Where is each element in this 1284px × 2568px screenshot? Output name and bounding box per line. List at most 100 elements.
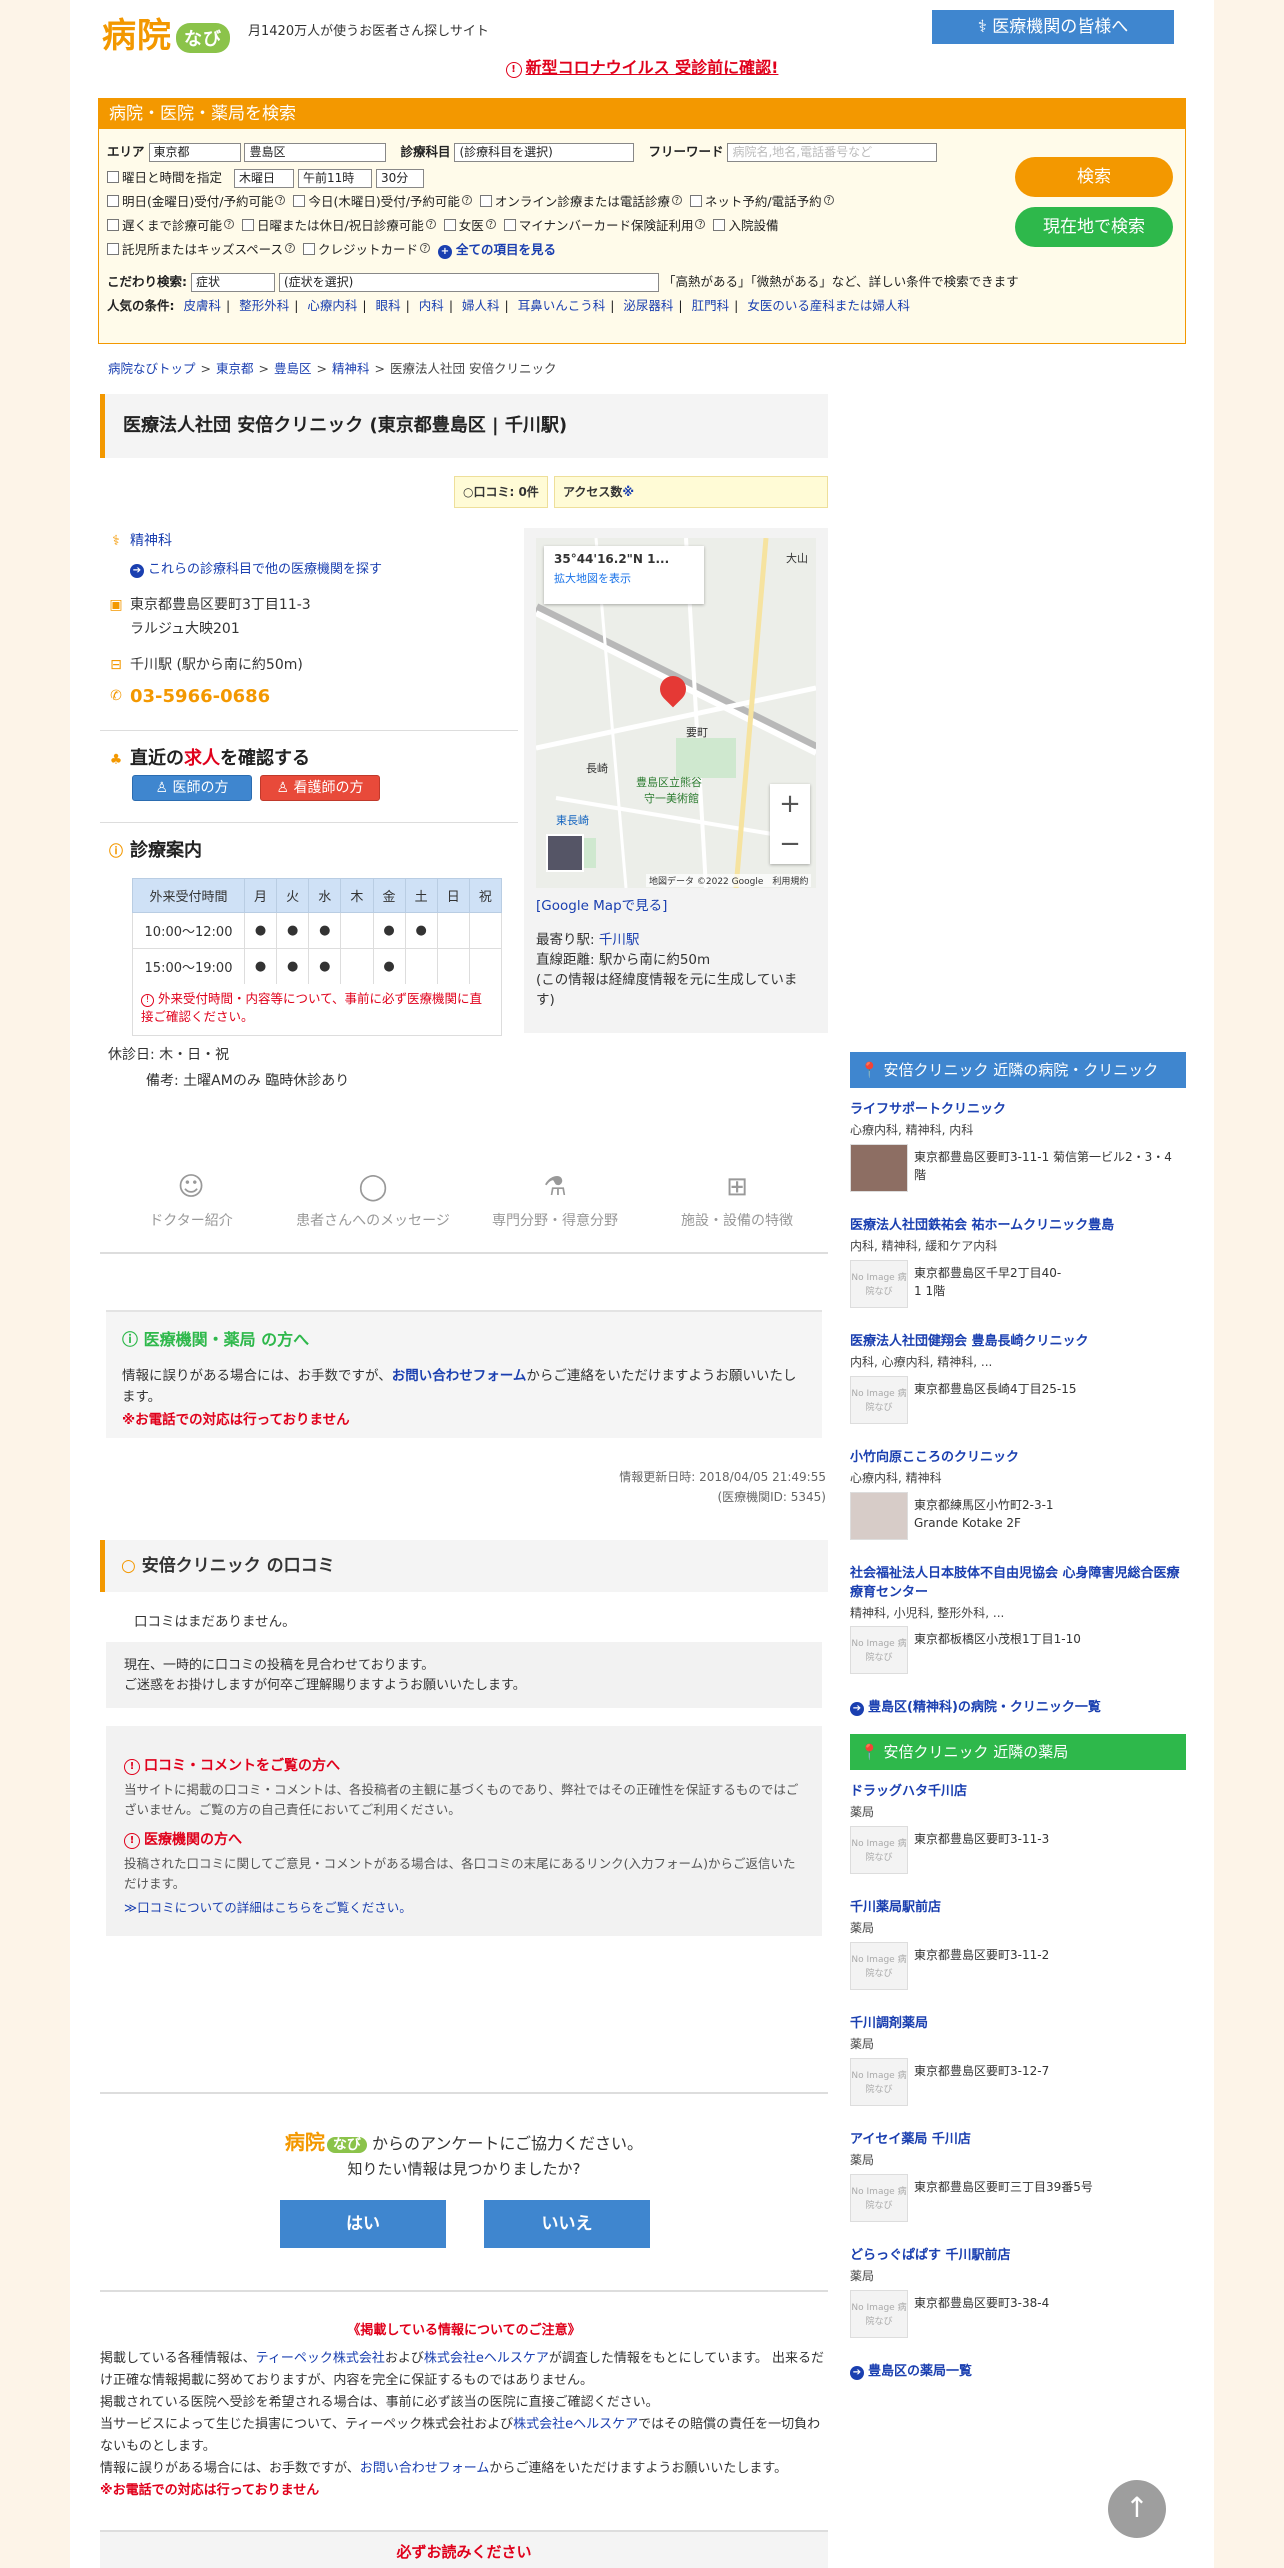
tab-doctor[interactable]: ☺ ドクター紹介 (100, 1164, 282, 1230)
clinic-category: 心療内科, 精神科, 内科 (850, 1123, 974, 1137)
popular-link[interactable]: 眼科 (376, 298, 401, 313)
day-time-checkbox[interactable] (107, 171, 119, 183)
page: 病院 なび 月1420万人が使うお医者さん探しサイト ⚕ 医療機関の皆様へ ! 新型… (70, 0, 1214, 2568)
help-icon[interactable]: ? (671, 195, 682, 205)
review-details-link[interactable]: ≫口コミについての詳細はこちらをご覧ください。 (124, 1900, 412, 1915)
notice-warning: ※お電話での対応は行っておりません (122, 1412, 350, 1428)
contact-form-link[interactable]: お問い合わせフォーム (360, 2461, 490, 2476)
covid-notice-link[interactable]: ! 新型コロナウイルス 受診前に確認! (70, 54, 1214, 78)
day-select[interactable]: 木曜日 (234, 169, 294, 188)
pin-icon: 📍 (860, 1061, 879, 1079)
dept-link[interactable]: 精神科 (130, 533, 172, 549)
checkbox-nursery[interactable] (107, 243, 119, 255)
tab-specialty[interactable]: ⚗ 専門分野・得意分野 (464, 1164, 646, 1230)
popular-link[interactable]: 肛門科 (692, 298, 730, 313)
search-panel: 病院・医院・薬局を検索 エリア 東京都 豊島区 診療科目 (診療科目を選択) フ… (98, 98, 1186, 344)
pharmacy-link[interactable]: 千川薬局駅前店 (850, 1896, 1186, 1915)
popular-link[interactable]: 皮膚科 (183, 298, 221, 313)
ehealthcare-link[interactable]: 株式会社eヘルスケア (513, 2417, 638, 2432)
pharmacy-link[interactable]: どらっぐぱぱす 千川駅前店 (850, 2244, 1186, 2263)
checkbox-credit[interactable] (303, 243, 315, 255)
popular-link[interactable]: 整形外科 (239, 298, 289, 313)
search-button[interactable]: 検索 (1015, 157, 1173, 197)
help-icon[interactable]: ? (461, 195, 472, 205)
survey-yes-button[interactable]: はい (280, 2200, 446, 2248)
symptom-select[interactable]: (症状を選択) (278, 273, 659, 292)
breadcrumb-link[interactable]: 病院なびトップ (108, 361, 196, 376)
checkbox-late[interactable] (107, 219, 119, 231)
map-enlarge-link[interactable]: 拡大地図を表示 (554, 570, 694, 586)
help-icon[interactable]: ? (275, 195, 286, 205)
ehealthcare-link[interactable]: 株式会社eヘルスケア (424, 2351, 549, 2366)
checkbox-holiday[interactable] (242, 219, 254, 231)
survey-question: 知りたい情報は見つかりましたか? (347, 2160, 581, 2178)
checkbox-inpatient[interactable] (713, 219, 726, 231)
hour-select[interactable]: 午前11時 (297, 169, 372, 188)
contact-form-link[interactable]: お問い合わせフォーム (392, 1368, 527, 1384)
dept-select[interactable]: (診療科目を選択) (454, 143, 635, 162)
teepec-link[interactable]: ティーペック株式会社 (256, 2351, 385, 2366)
no-image-placeholder: No Image 病院なび (850, 2058, 908, 2106)
popular-link[interactable]: 泌尿器科 (623, 298, 673, 313)
site-logo[interactable]: 病院 なび (102, 8, 230, 57)
survey-no-button[interactable]: いいえ (484, 2200, 650, 2248)
pharmacy-link[interactable]: アイセイ薬局 千川店 (850, 2128, 1186, 2147)
all-items-link[interactable]: + 全ての項目を見る (438, 242, 556, 259)
checkbox-female-doctor[interactable] (443, 219, 456, 231)
tab-facility[interactable]: ⊞ 施設・設備の特徴 (646, 1164, 828, 1230)
breadcrumb-link[interactable]: 精神科 (332, 361, 370, 376)
popular-link[interactable]: 内科 (419, 298, 444, 313)
checkbox-tomorrow[interactable] (107, 195, 119, 207)
popular-link[interactable]: 心療内科 (307, 298, 357, 313)
help-icon[interactable]: ? (285, 243, 296, 253)
zoom-out-icon[interactable]: − (770, 824, 810, 864)
nearest-station-link[interactable]: 千川駅 (599, 932, 640, 948)
medical-institution-button[interactable]: ⚕ 医療機関の皆様へ (932, 10, 1174, 44)
city-select[interactable]: 豊島区 (244, 143, 387, 162)
doctor-jobs-button[interactable]: ♙ 医師の方 (132, 775, 252, 801)
help-icon[interactable]: ? (420, 243, 431, 253)
breadcrumb-link[interactable]: 東京都 (216, 361, 254, 376)
clinic-link[interactable]: 医療法人社団鉄祐会 祐ホームクリニック豊島 (850, 1214, 1186, 1233)
tab-message[interactable]: ◯ 患者さんへのメッセージ (282, 1164, 464, 1230)
clinic-link[interactable]: ライフサポートクリニック (850, 1098, 1186, 1117)
pharmacy-link[interactable]: 千川調剤薬局 (850, 2012, 1186, 2031)
reviews-badge[interactable]: ○口コミ: 0件 (454, 476, 548, 508)
minute-select[interactable]: 30分 (375, 169, 424, 188)
google-map[interactable]: 35°44'16.2"N 1... 拡大地図を表示 要町 長崎 豊島区立熊谷 守… (536, 538, 816, 888)
nurse-jobs-button[interactable]: ♙ 看護師の方 (260, 775, 380, 801)
clinic-link[interactable]: 小竹向原こころのクリニック (850, 1446, 1186, 1465)
keyword-input[interactable]: 病院名,地名,電話番号など (727, 143, 938, 162)
pharmacy-link[interactable]: ドラッグハタ千川店 (850, 1780, 1186, 1799)
help-icon[interactable]: ? (695, 219, 706, 229)
help-icon[interactable]: ? (485, 219, 496, 229)
pharmacies-list-link[interactable]: ➔ 豊島区の薬局一覧 (850, 2360, 972, 2380)
help-icon[interactable]: ? (823, 195, 834, 205)
help-icon[interactable]: ? (425, 219, 436, 229)
map-layer-toggle[interactable] (546, 834, 584, 872)
other-dept-link[interactable]: ➔ これらの診療科目で他の医療機関を探す (130, 558, 382, 578)
clinics-list-link[interactable]: ➔ 豊島区(精神科)の病院・クリニック一覧 (850, 1696, 1101, 1716)
zoom-in-icon[interactable]: + (770, 784, 810, 824)
phone-number[interactable]: 03-5966-0686 (130, 686, 270, 707)
checkbox-mynumber[interactable] (503, 219, 516, 231)
breadcrumb-link[interactable]: 豊島区 (274, 361, 312, 376)
help-icon[interactable]: ? (224, 219, 235, 229)
checkbox-online[interactable] (479, 195, 492, 207)
clinic-link[interactable]: 社会福祉法人日本肢体不自由児協会 心身障害児総合医療療育センター (850, 1562, 1186, 1600)
scroll-to-top-button[interactable]: ↑ (1108, 2480, 1166, 2538)
checkbox-today[interactable] (293, 195, 306, 207)
alert-icon: ! (505, 62, 522, 78)
kodawari-type-select[interactable]: 症状 (190, 273, 275, 292)
schedule-table: 外来受付時間 月 火 水 木 金 土 日 祝 10:00～12:00 ● ● ●… (132, 878, 503, 985)
checkbox-reservation[interactable] (689, 195, 702, 207)
popular-link[interactable]: 耳鼻いんこう科 (518, 298, 606, 313)
stethoscope-icon: ⚕ (112, 533, 120, 549)
current-location-search-button[interactable]: 現在地で検索 (1015, 207, 1173, 247)
pref-select[interactable]: 東京都 (148, 143, 241, 162)
google-map-link[interactable]: [Google Mapで見る] (536, 898, 667, 914)
popular-link[interactable]: 婦人科 (462, 298, 500, 313)
popular-link[interactable]: 女医のいる産科または婦人科 (747, 298, 910, 313)
clinic-link[interactable]: 医療法人社団健翔会 豊島長崎クリニック (850, 1330, 1186, 1349)
schedule-cell: ● (243, 948, 278, 985)
